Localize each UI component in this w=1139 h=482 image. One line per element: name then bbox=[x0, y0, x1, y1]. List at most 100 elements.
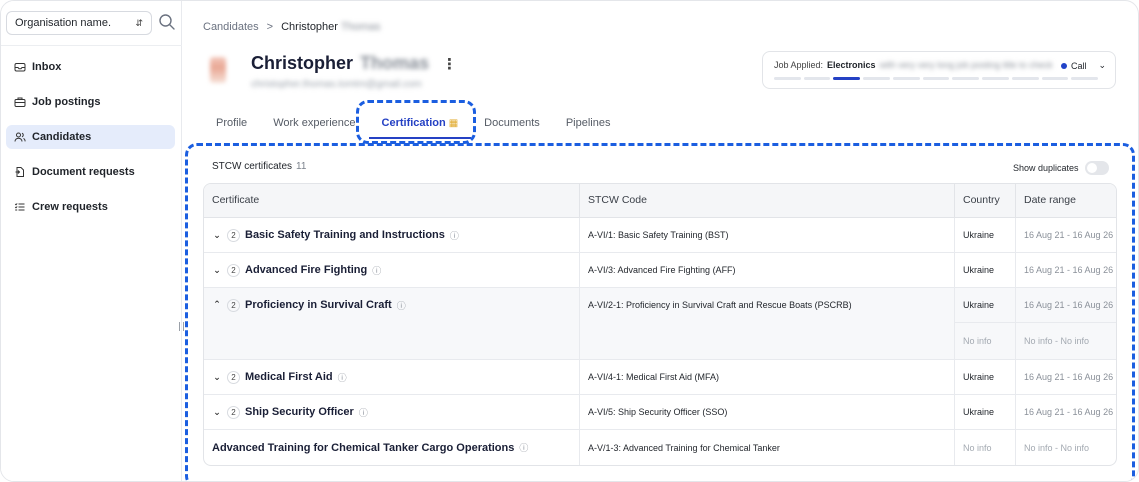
stcw-code-cell: A-V/1-3: Advanced Training for Chemical … bbox=[580, 430, 955, 465]
stcw-code-cell: A-VI/3: Advanced Fire Fighting (AFF) bbox=[580, 253, 955, 287]
info-icon[interactable]: ⓘ bbox=[359, 406, 368, 419]
pipeline-step bbox=[863, 77, 890, 80]
table-row[interactable]: ⌄ 2 Medical First Aid ⓘ A-VI/4-1: Medical F… bbox=[204, 360, 1116, 395]
date-range-cell: 16 Aug 21 - 16 Aug 26 bbox=[1024, 265, 1114, 275]
info-icon[interactable]: ⓘ bbox=[450, 229, 459, 242]
section-count: 11 bbox=[296, 161, 307, 172]
app-window: Organisation name. ⇵ Inbox Job postings … bbox=[0, 0, 1139, 482]
table-row-expanded[interactable]: ⌃ 2 Proficiency in Survival Craft ⓘ A-VI/2-… bbox=[204, 288, 1116, 360]
table-row[interactable]: Advanced Training for Chemical Tanker Ca… bbox=[204, 430, 1116, 465]
job-status-dropdown[interactable]: Call ⌄ bbox=[1061, 60, 1106, 71]
tab-documents[interactable]: Documents bbox=[471, 109, 553, 139]
date-range-cell: 16 Aug 21 - 16 Aug 26 bbox=[1024, 372, 1114, 382]
table-header: Certificate STCW Code Country Date range bbox=[204, 184, 1116, 218]
sidebar-item-job-postings[interactable]: Job postings bbox=[6, 90, 175, 114]
date-range-value: No info - No info bbox=[1024, 335, 1090, 346]
chevron-down-icon[interactable]: ⌄ bbox=[212, 230, 222, 241]
info-icon[interactable]: ⓘ bbox=[372, 264, 381, 277]
pipeline-step bbox=[1011, 77, 1039, 80]
table-row[interactable]: ⌄ 2 Basic Safety Training and Instructions… bbox=[204, 218, 1116, 253]
stcw-code-cell: A-VI/4-1: Medical First Aid (MFA) bbox=[580, 360, 955, 394]
column-header-stcw-code[interactable]: STCW Code bbox=[580, 184, 955, 217]
duplicate-count-badge: 2 bbox=[227, 263, 240, 277]
status-dot-icon bbox=[1061, 62, 1067, 69]
chevron-updown-icon: ⇵ bbox=[135, 17, 143, 28]
column-header-date-range[interactable]: Date range bbox=[1016, 184, 1116, 217]
tab-profile[interactable]: Profile bbox=[203, 109, 260, 139]
stcw-code-cell: A-VI/2-1: Proficiency in Survival Craft … bbox=[580, 288, 955, 359]
country-cell: Ukraine bbox=[955, 218, 1016, 252]
chevron-down-icon: ⌄ bbox=[1098, 60, 1107, 70]
info-icon[interactable]: ⓘ bbox=[338, 371, 347, 384]
sidebar-nav: Inbox Job postings Candidates Document r… bbox=[6, 55, 175, 230]
page-title: Christopher Thomas ⋮ bbox=[251, 53, 457, 74]
info-icon[interactable]: ⓘ bbox=[519, 441, 528, 454]
sidebar-item-label: Crew requests bbox=[32, 201, 108, 213]
breadcrumb-separator: > bbox=[266, 21, 274, 33]
organisation-select-value: Organisation name. bbox=[15, 17, 111, 29]
pipeline-step bbox=[1071, 77, 1099, 80]
certificate-cell: ⌃ 2 Proficiency in Survival Craft ⓘ bbox=[204, 288, 580, 359]
column-header-certificate[interactable]: Certificate bbox=[204, 184, 580, 217]
organisation-select[interactable]: Organisation name. ⇵ bbox=[6, 11, 152, 35]
column-header-country[interactable]: Country bbox=[955, 184, 1016, 217]
table-row[interactable]: ⌄ 2 Advanced Fire Fighting ⓘ A-VI/3: Advanc… bbox=[204, 253, 1116, 288]
candidate-email: christopher.thomas.tomtm@gmail.com bbox=[251, 79, 422, 90]
chevron-down-icon[interactable]: ⌄ bbox=[212, 265, 222, 276]
duplicate-count-badge: 2 bbox=[227, 405, 240, 419]
section-title-text: STCW certificates bbox=[212, 161, 293, 172]
country-value: Ukraine bbox=[955, 288, 1015, 323]
certificates-table: Certificate STCW Code Country Date range… bbox=[203, 183, 1117, 466]
certificate-name: Proficiency in Survival Craft bbox=[245, 299, 392, 311]
chevron-down-icon[interactable]: ⌄ bbox=[212, 372, 222, 383]
sidebar-item-crew-requests[interactable]: Crew requests bbox=[6, 195, 175, 219]
certificate-name: Medical First Aid bbox=[245, 371, 333, 383]
sidebar-item-document-requests[interactable]: Document requests bbox=[6, 160, 175, 184]
sidebar-item-candidates[interactable]: Candidates bbox=[6, 125, 175, 149]
table-row[interactable]: ⌄ 2 Ship Security Officer ⓘ A-VI/5: Ship Se… bbox=[204, 395, 1116, 430]
tab-label: Documents bbox=[484, 117, 540, 129]
certificate-cell: ⌄ 2 Ship Security Officer ⓘ bbox=[204, 395, 580, 429]
breadcrumb: Candidates > Christopher Thomas bbox=[203, 21, 381, 33]
candidate-last-name: Thomas bbox=[360, 53, 430, 73]
stcw-code-cell: A-VI/1: Basic Safety Training (BST) bbox=[580, 218, 955, 252]
pipeline-step bbox=[892, 77, 920, 80]
breadcrumb-current: Christopher Thomas bbox=[281, 21, 380, 33]
candidate-photo bbox=[210, 57, 226, 83]
country-value: No info bbox=[963, 335, 992, 346]
certificate-name: Basic Safety Training and Instructions bbox=[245, 229, 445, 241]
tab-label: Pipelines bbox=[565, 117, 611, 129]
breadcrumb-parent-link[interactable]: Candidates bbox=[203, 21, 259, 33]
duplicate-count-badge: 2 bbox=[227, 299, 240, 312]
tab-work-experience[interactable]: Work experience bbox=[260, 109, 368, 139]
pipeline-step bbox=[922, 77, 950, 80]
chevron-up-icon[interactable]: ⌃ bbox=[212, 299, 222, 310]
sidebar-item-label: Inbox bbox=[32, 61, 62, 73]
pipeline-step bbox=[833, 77, 861, 80]
date-range-cell: No info - No info bbox=[1024, 442, 1090, 453]
date-range-value: 16 Aug 21 - 16 Aug 26 bbox=[1016, 288, 1116, 323]
job-status-value: Call bbox=[1071, 60, 1087, 71]
country-cell: Ukraine bbox=[955, 253, 1016, 287]
show-duplicates-label: Show duplicates bbox=[1013, 163, 1079, 173]
country-cell: Ukraine bbox=[955, 395, 1016, 429]
main-content: Candidates > Christopher Thomas Christop… bbox=[182, 1, 1138, 481]
tab-pipelines[interactable]: Pipelines bbox=[553, 109, 624, 139]
info-icon[interactable]: ⓘ bbox=[397, 299, 406, 312]
sidebar-item-label: Candidates bbox=[32, 131, 92, 143]
job-applied-card[interactable]: Job Applied: Electronics with very very … bbox=[762, 51, 1116, 89]
more-options-icon[interactable]: ⋮ bbox=[442, 55, 457, 73]
list-icon bbox=[14, 203, 25, 211]
chevron-down-icon[interactable]: ⌄ bbox=[212, 407, 222, 418]
certificate-name: Advanced Training for Chemical Tanker Ca… bbox=[212, 441, 515, 454]
duplicate-count-badge: 2 bbox=[227, 370, 240, 384]
breadcrumb-current-first: Christopher bbox=[281, 21, 338, 33]
stcw-code-cell: A-VI/5: Ship Security Officer (SSO) bbox=[580, 395, 955, 429]
candidate-first-name: Christopher bbox=[251, 53, 354, 73]
sidebar-item-inbox[interactable]: Inbox bbox=[6, 55, 175, 79]
briefcase-icon bbox=[14, 97, 26, 107]
search-icon[interactable] bbox=[158, 13, 176, 31]
highlight-tab-certification bbox=[356, 100, 476, 144]
certificate-name: Ship Security Officer bbox=[245, 406, 354, 418]
show-duplicates-toggle[interactable] bbox=[1084, 161, 1109, 175]
